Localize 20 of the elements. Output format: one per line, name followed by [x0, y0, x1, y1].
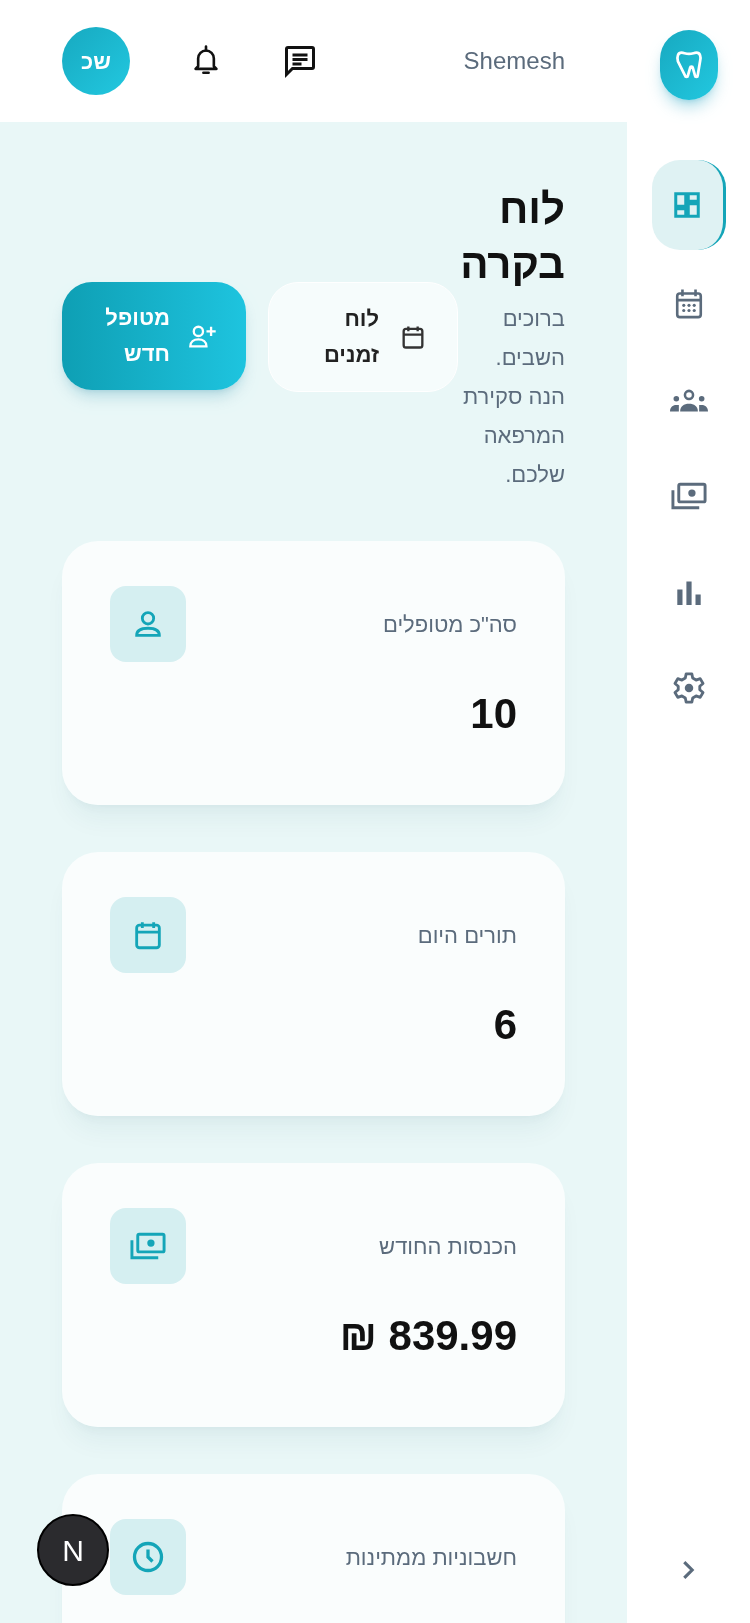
- chat-icon[interactable]: [282, 43, 318, 79]
- stat-label: תורים היום: [417, 921, 517, 950]
- settings-icon: [671, 671, 706, 705]
- tooth-icon: [673, 49, 704, 81]
- stat-value: 839.99 ₪: [339, 1311, 517, 1362]
- stat-label: הכנסות החודש: [379, 1232, 517, 1261]
- people-icon: [669, 388, 708, 412]
- page-title: לוח בקרה: [459, 184, 565, 289]
- add-person-icon: [188, 323, 218, 349]
- stat-label: חשבוניות ממתינות: [345, 1543, 517, 1572]
- nav-item[interactable]: [651, 160, 726, 250]
- stat-value: 6: [493, 1000, 517, 1051]
- user-name: Shemesh: [463, 46, 565, 76]
- page-subtitle: ברוכים השבים. הנה סקירת המרפאה שלכם.: [462, 305, 565, 490]
- schedule-button[interactable]: לוח זמנים: [268, 282, 458, 392]
- dashboard-icon: [672, 190, 702, 220]
- chevron-right-icon[interactable]: [680, 1559, 697, 1581]
- stat-value: 10: [470, 689, 517, 740]
- bar-chart-icon: [675, 579, 702, 605]
- stat-label: סה"כ מטופלים: [382, 610, 517, 639]
